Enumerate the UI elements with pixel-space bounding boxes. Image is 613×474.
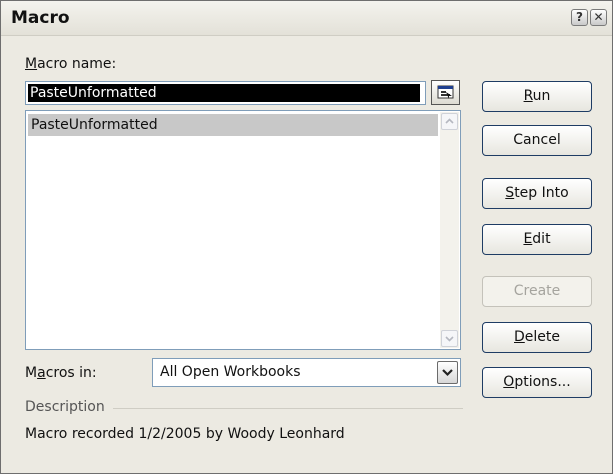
cancel-button[interactable]: Cancel xyxy=(482,125,592,156)
macros-in-dropdown-button[interactable] xyxy=(437,361,458,384)
create-button[interactable]: Create xyxy=(482,276,592,307)
macro-name-label: Macro name: xyxy=(25,56,117,72)
macro-dialog: Macro ? ✕ Macro name: PasteUnformatted P… xyxy=(0,0,613,474)
scroll-up-button[interactable] xyxy=(441,113,458,130)
macros-in-label: Macros in: xyxy=(25,365,97,381)
dialog-title: Macro xyxy=(11,8,70,28)
step-into-button[interactable]: Step Into xyxy=(482,178,592,209)
options-button[interactable]: Options... xyxy=(482,367,592,398)
macro-list[interactable]: PasteUnformatted xyxy=(25,110,461,350)
help-button[interactable]: ? xyxy=(571,9,588,26)
list-scrollbar[interactable] xyxy=(440,112,459,348)
delete-button[interactable]: Delete xyxy=(482,322,592,353)
list-item[interactable]: PasteUnformatted xyxy=(28,114,438,136)
description-label: Description xyxy=(25,399,105,415)
description-text: Macro recorded 1/2/2005 by Woody Leonhar… xyxy=(25,426,345,442)
chevron-down-icon xyxy=(442,369,453,377)
macro-name-value: PasteUnformatted xyxy=(28,84,420,102)
macro-name-input[interactable]: PasteUnformatted xyxy=(25,81,426,105)
scroll-down-button[interactable] xyxy=(441,330,458,347)
macros-in-select[interactable]: All Open Workbooks xyxy=(152,358,461,387)
description-divider xyxy=(113,408,463,409)
collapse-dialog-icon xyxy=(437,85,454,99)
scroll-up-arrow-icon xyxy=(445,118,454,124)
run-button[interactable]: Run xyxy=(482,81,592,112)
collapse-dialog-button[interactable] xyxy=(431,80,460,105)
scroll-down-arrow-icon xyxy=(445,336,454,342)
title-bar[interactable]: Macro ? ✕ xyxy=(1,1,612,36)
macros-in-value: All Open Workbooks xyxy=(160,364,301,380)
close-button[interactable]: ✕ xyxy=(590,9,607,26)
close-icon: ✕ xyxy=(593,10,604,24)
edit-button[interactable]: Edit xyxy=(482,224,592,255)
help-icon: ? xyxy=(576,10,583,24)
